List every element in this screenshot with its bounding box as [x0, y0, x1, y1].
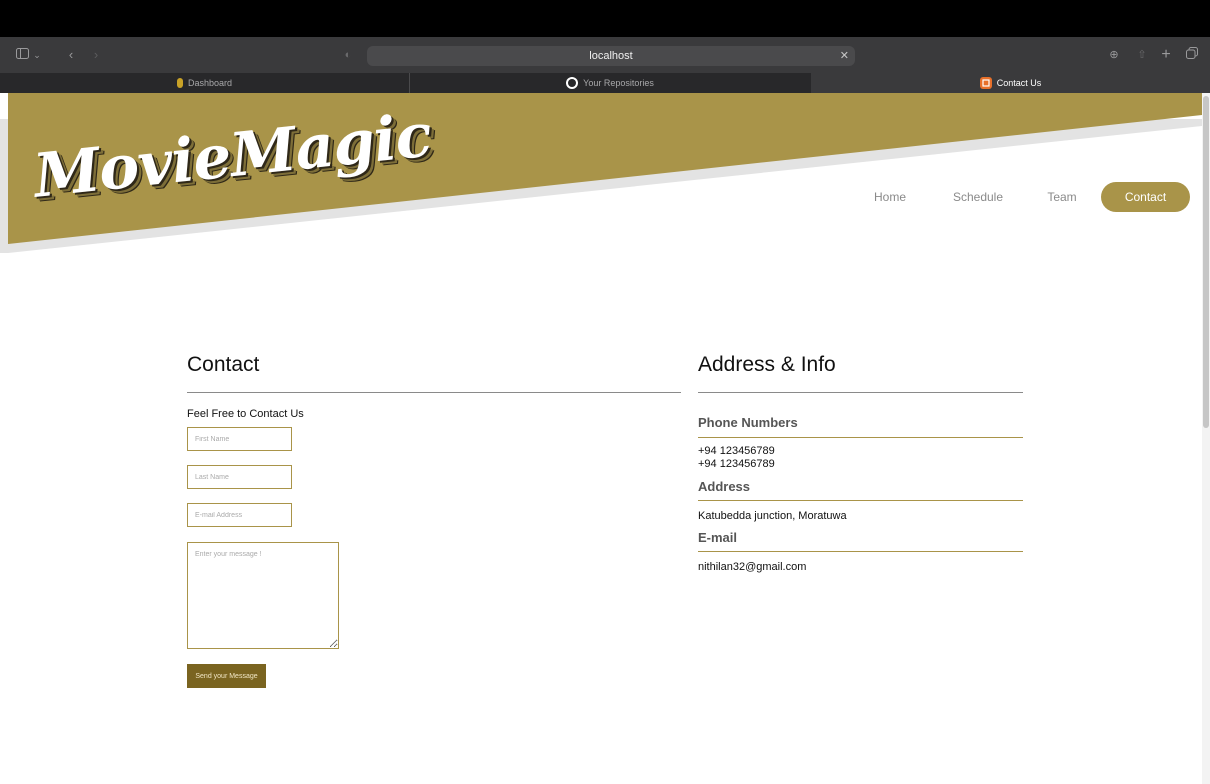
html-favicon-icon — [979, 77, 992, 89]
email-divider — [698, 551, 1023, 552]
address-bar[interactable]: localhost ✕ — [367, 46, 855, 66]
address-heading: Address — [698, 479, 751, 494]
nav-home[interactable]: Home — [866, 182, 914, 212]
sidebar-toggle-icon[interactable] — [14, 37, 30, 73]
window-top-bar — [0, 0, 1210, 37]
nav-contact[interactable]: Contact — [1101, 182, 1190, 212]
message-textarea[interactable] — [187, 542, 339, 649]
new-tab-icon[interactable]: + — [1158, 37, 1174, 73]
first-name-input[interactable] — [187, 427, 292, 451]
scrollbar-thumb[interactable] — [1203, 96, 1209, 428]
dashboard-favicon-icon — [176, 78, 183, 88]
contact-title: Contact — [187, 353, 260, 376]
nav-team[interactable]: Team — [1040, 182, 1084, 212]
forward-icon[interactable]: › — [89, 37, 103, 73]
tab-label: Your Repositories — [583, 78, 654, 88]
tab-label: Dashboard — [187, 78, 233, 88]
shield-icon[interactable]: ◐ — [341, 37, 355, 73]
tab-label: Contact Us — [996, 78, 1042, 88]
info-divider — [698, 392, 1023, 393]
phone-divider — [698, 437, 1023, 438]
email-text: nithilan32@gmail.com — [698, 561, 807, 573]
email-input[interactable] — [187, 503, 292, 527]
contact-subtitle: Feel Free to Contact Us — [187, 408, 304, 420]
phone-number-1: +94 123456789 — [698, 445, 775, 457]
back-icon[interactable]: ‹ — [64, 37, 78, 73]
phone-number-2: +94 123456789 — [698, 458, 775, 470]
phone-heading: Phone Numbers — [698, 415, 798, 430]
chevron-down-icon[interactable]: ⌄ — [31, 37, 43, 73]
address-text: Katubedda junction, Moratuwa — [698, 510, 847, 522]
tab-overview-icon[interactable] — [1184, 37, 1200, 73]
url-text: localhost — [589, 50, 633, 62]
nav-schedule[interactable]: Schedule — [947, 182, 1009, 212]
last-name-input[interactable] — [187, 465, 292, 489]
download-icon[interactable]: ⊕ — [1106, 37, 1122, 73]
address-divider — [698, 500, 1023, 501]
share-icon[interactable]: ⇧ — [1134, 37, 1150, 73]
contact-divider — [187, 392, 681, 393]
tab-dashboard[interactable]: Dashboard — [0, 73, 409, 93]
email-heading: E-mail — [698, 530, 738, 545]
github-icon — [566, 77, 579, 89]
send-message-button[interactable]: Send your Message — [187, 664, 266, 688]
tab-contact-us[interactable]: Contact Us — [811, 73, 1210, 93]
tab-bar: Dashboard Your Repositories Contact Us — [0, 73, 1210, 93]
tab-your-repositories[interactable]: Your Repositories — [410, 73, 810, 93]
clear-icon[interactable]: ✕ — [840, 46, 849, 66]
info-title: Address & Info — [698, 353, 836, 376]
